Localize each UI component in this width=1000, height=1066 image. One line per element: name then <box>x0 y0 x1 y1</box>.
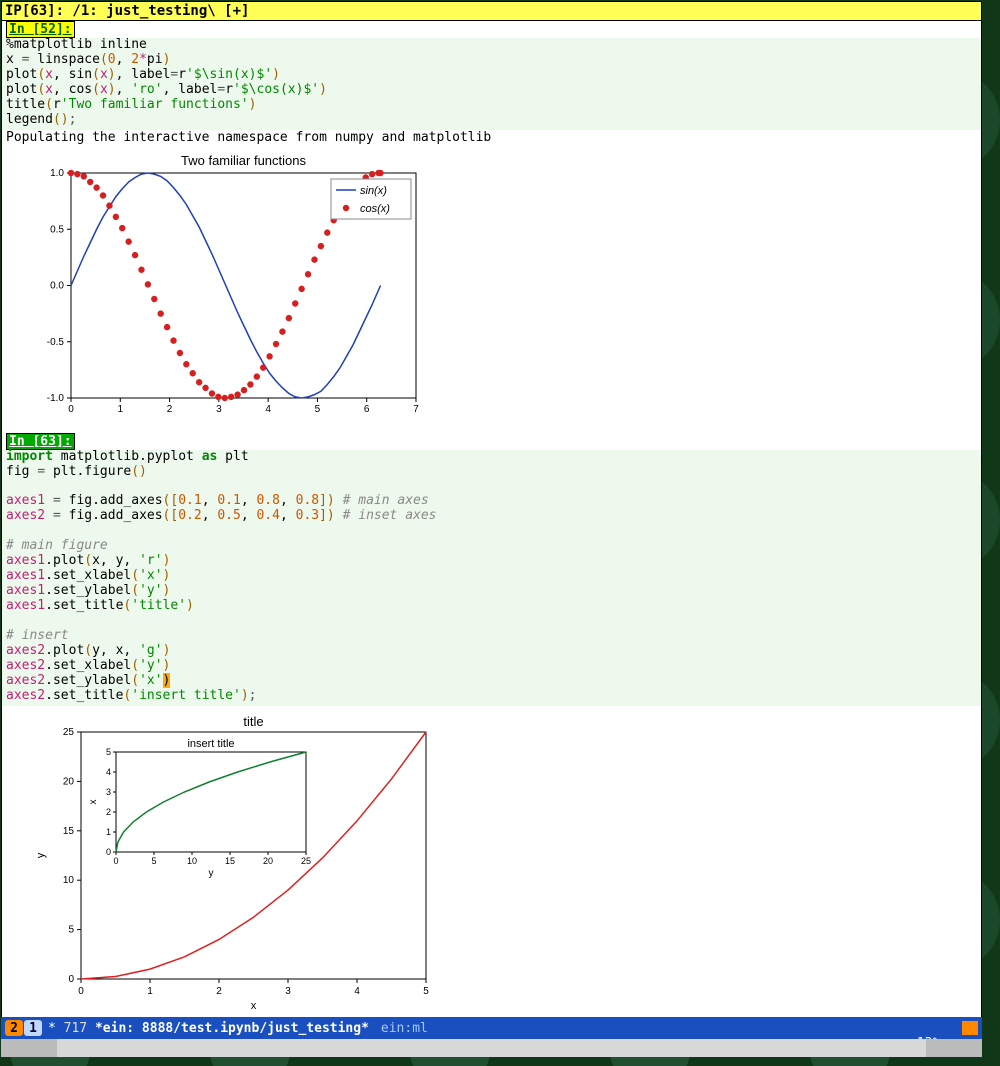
svg-text:5: 5 <box>106 747 111 757</box>
svg-text:cos(x): cos(x) <box>360 203 390 215</box>
svg-text:6: 6 <box>364 404 370 415</box>
svg-text:5: 5 <box>68 924 74 935</box>
svg-text:1: 1 <box>147 986 153 997</box>
svg-text:20: 20 <box>63 776 75 787</box>
svg-text:0: 0 <box>78 986 84 997</box>
editor-frame: IP[63]: /1: just_testing\ [+] In [52]: %… <box>1 1 982 1025</box>
svg-text:4: 4 <box>354 986 360 997</box>
svg-text:5: 5 <box>315 404 321 415</box>
cell-header-63: In [63]: <box>6 433 75 450</box>
svg-text:20: 20 <box>263 856 273 866</box>
svg-text:3: 3 <box>106 787 111 797</box>
svg-text:title: title <box>243 714 263 729</box>
svg-text:0: 0 <box>68 974 74 985</box>
window-title: IP[63]: /1: just_testing\ [+] <box>2 2 981 21</box>
svg-text:0: 0 <box>113 856 118 866</box>
chart-1-svg: Two familiar functions 0 1 2 3 4 5 6 7 -1.0 -0.5 0.… <box>26 153 426 423</box>
chart-2-figure: title0123450510152025xyinsert title05101… <box>2 706 981 1024</box>
svg-text:4: 4 <box>106 767 111 777</box>
svg-text:0.5: 0.5 <box>50 224 64 235</box>
svg-text:7: 7 <box>413 404 419 415</box>
svg-text:x: x <box>251 1000 257 1012</box>
svg-text:sin(x): sin(x) <box>360 185 387 197</box>
svg-text:3: 3 <box>216 404 222 415</box>
svg-text:10: 10 <box>187 856 197 866</box>
svg-text:Two familiar functions: Two familiar functions <box>181 153 306 168</box>
svg-text:x: x <box>88 799 99 804</box>
svg-text:1: 1 <box>118 404 124 415</box>
modeline: 2 1 * 717 *ein: 8888/test.ipynb/just_tes… <box>1 1017 982 1039</box>
code-block-52[interactable]: %matplotlib inlinex = linspace(0, 2*pi)p… <box>2 38 981 130</box>
svg-text:y: y <box>35 852 47 858</box>
svg-text:-0.5: -0.5 <box>47 336 65 347</box>
svg-text:2: 2 <box>106 807 111 817</box>
minibuffer[interactable] <box>1 1039 982 1057</box>
chart-2-svg: title0123450510152025xyinsert title05101… <box>26 714 456 1014</box>
svg-text:y: y <box>209 868 214 879</box>
svg-text:1.0: 1.0 <box>50 168 64 179</box>
minibuffer-right-block <box>926 1039 982 1057</box>
major-mode: ein:ml <box>381 1021 428 1036</box>
cell-input-52[interactable]: In [52]: %matplotlib inlinex = linspace(… <box>2 21 981 145</box>
workspace-indicator-1[interactable]: 1 <box>24 1020 42 1036</box>
minibuffer-left-block <box>1 1039 57 1057</box>
modified-indicator: * <box>48 1021 56 1036</box>
svg-text:10: 10 <box>63 875 75 886</box>
buffer-name: *ein: 8888/test.ipynb/just_testing* <box>95 1021 369 1036</box>
svg-text:5: 5 <box>423 986 429 997</box>
svg-text:insert title: insert title <box>187 738 234 750</box>
line-number: 717 <box>64 1021 87 1036</box>
svg-text:4: 4 <box>265 404 271 415</box>
svg-text:25: 25 <box>63 727 75 738</box>
svg-text:15: 15 <box>63 825 75 836</box>
svg-text:0.0: 0.0 <box>50 280 64 291</box>
cell-input-63[interactable]: In [63]: import matplotlib.pyplot as plt… <box>2 433 981 706</box>
chart-1-figure: Two familiar functions 0 1 2 3 4 5 6 7 -1.0 -0.5 0.… <box>2 145 981 433</box>
cell-header-52: In [52]: <box>6 21 75 38</box>
svg-text:15: 15 <box>225 856 235 866</box>
svg-text:0: 0 <box>106 847 111 857</box>
svg-text:3: 3 <box>285 986 291 997</box>
svg-text:0: 0 <box>68 404 74 415</box>
svg-text:-1.0: -1.0 <box>47 393 65 404</box>
cursor-position: 34:20 <box>917 1006 956 1021</box>
svg-text:5: 5 <box>151 856 156 866</box>
svg-text:2: 2 <box>216 986 222 997</box>
svg-text:2: 2 <box>167 404 173 415</box>
cell-output-52: Populating the interactive namespace fro… <box>2 130 981 145</box>
workspace-indicator-2[interactable]: 2 <box>5 1020 23 1036</box>
svg-text:25: 25 <box>301 856 311 866</box>
svg-text:1: 1 <box>106 827 111 837</box>
modeline-end-block <box>962 1021 978 1035</box>
code-block-63[interactable]: import matplotlib.pyplot as pltfig = plt… <box>2 450 981 706</box>
